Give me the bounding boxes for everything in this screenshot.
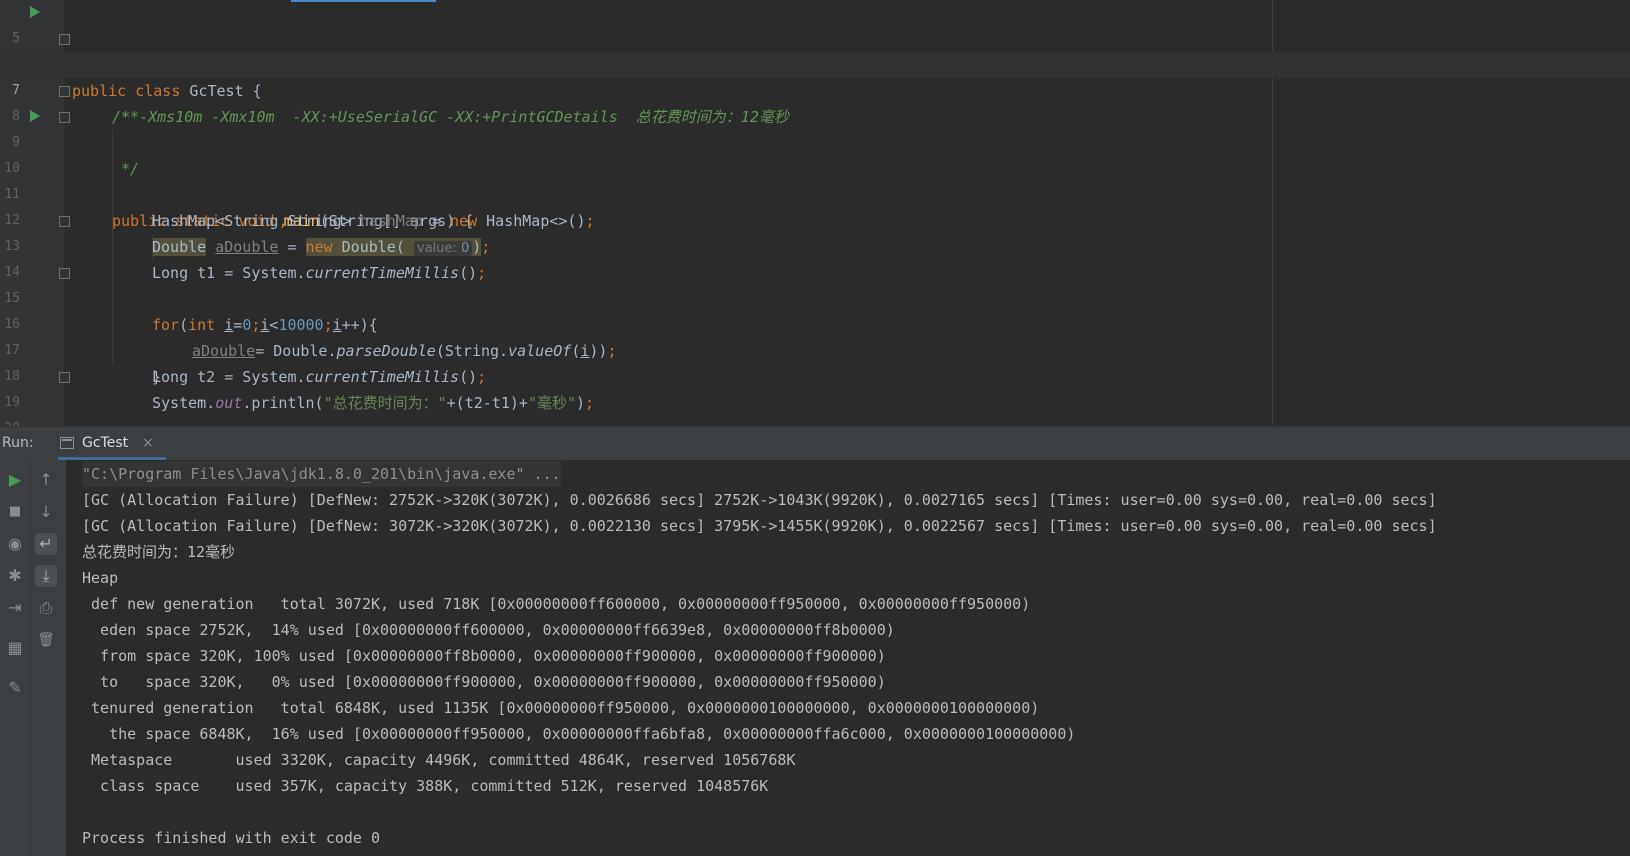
console-line: to space 320K, 0% used [0x00000000ff9000… xyxy=(82,673,886,691)
soft-wrap-icon[interactable]: ↵ xyxy=(35,533,57,555)
run-label: Run: xyxy=(2,435,34,451)
console-line: from space 320K, 100% used [0x00000000ff… xyxy=(82,647,886,665)
console-line: the space 6848K, 16% used [0x00000000ff9… xyxy=(82,725,1076,743)
debug-icon[interactable]: ✱ xyxy=(4,565,26,587)
console-line: 总花费时间为：12毫秒 xyxy=(82,543,236,561)
run-tab-label: GcTest xyxy=(82,435,129,451)
console-line: tenured generation total 6848K, used 113… xyxy=(82,699,1040,717)
code-line-10[interactable]: 10 HashMap<String,String> hashMap = new … xyxy=(0,130,1630,230)
code-line-15[interactable]: 15 } xyxy=(0,260,1630,386)
code-line-9[interactable]: 9 public static void main(String[] args)… xyxy=(0,104,1630,230)
run-tab-gctest[interactable]: GcTest × xyxy=(58,427,166,460)
code-editor[interactable]: 5 public class GcTest { 6 /** 7 * -Xms10… xyxy=(0,0,1630,464)
console-line: class space used 357K, capacity 388K, co… xyxy=(82,777,769,795)
code-line-16[interactable]: 16 Long t2 = System.currentTimeMillis(); xyxy=(0,286,1630,386)
fold-icon[interactable] xyxy=(59,372,70,383)
code-line-12[interactable]: 12 Long t1 = System.currentTimeMillis(); xyxy=(0,182,1630,282)
fold-icon[interactable] xyxy=(59,112,70,123)
indent-guide xyxy=(112,234,113,260)
layout-icon[interactable]: ▦ xyxy=(4,637,26,659)
console-line: Heap xyxy=(82,569,119,587)
code-line-5[interactable]: 5 public class GcTest { xyxy=(0,0,1630,100)
run-class-icon[interactable] xyxy=(30,6,40,18)
indent-guide xyxy=(112,156,113,182)
code-line-20[interactable]: 20 } xyxy=(0,390,1630,464)
console-exit-line: Process finished with exit code 0 xyxy=(82,829,381,847)
console-command-line[interactable]: "C:\Program Files\Java\jdk1.8.0_201\bin\… xyxy=(82,461,561,487)
console-line: Metaspace used 3320K, capacity 4496K, co… xyxy=(82,751,796,769)
indent-guide xyxy=(112,182,113,208)
fold-icon[interactable] xyxy=(59,268,70,279)
indent-guide xyxy=(112,338,113,364)
exit-icon[interactable]: ⇥ xyxy=(4,597,26,619)
stop-icon[interactable]: ■ xyxy=(4,501,26,523)
arrow-up-icon[interactable]: ↑ xyxy=(35,469,57,491)
run-toolbar-primary: ▶ ■ ◉ ✱ ⇥ ▦ ✎ xyxy=(0,460,30,856)
fold-icon[interactable] xyxy=(59,34,70,45)
code-line-14[interactable]: 14 aDouble= Double.parseDouble(String.va… xyxy=(0,234,1630,360)
indent-guide xyxy=(112,286,113,312)
fold-icon[interactable] xyxy=(59,86,70,97)
run-toolbar-secondary: ↑ ↓ ↵ ⤓ ⎙ 🗑 xyxy=(30,460,67,856)
code-line-11[interactable]: 11 Double aDouble = new Double( value: 0… xyxy=(0,156,1630,256)
run-tool-window-header: Run: GcTest × xyxy=(0,426,1630,461)
code-line-18[interactable]: 18 xyxy=(0,338,1630,384)
code-line-7[interactable]: 7 * -Xms10m -Xmx10m -XX:+UseSerialGC -XX… xyxy=(0,52,1630,126)
pin-icon[interactable]: ✎ xyxy=(4,677,26,699)
close-icon[interactable]: × xyxy=(142,435,154,451)
code-line-8[interactable]: 8 */ xyxy=(0,78,1630,178)
code-line-6[interactable]: 6 /** xyxy=(0,26,1630,126)
ide-window: 5 public class GcTest { 6 /** 7 * -Xms10… xyxy=(0,0,1630,856)
camera-icon[interactable]: ◉ xyxy=(4,533,26,555)
console-output[interactable]: "C:\Program Files\Java\jdk1.8.0_201\bin\… xyxy=(66,460,1630,856)
code-line-17[interactable]: 17 System.out.println("总花费时间为："+(t2-t1)+… xyxy=(0,312,1630,412)
fold-icon[interactable] xyxy=(59,216,70,227)
console-line: def new generation total 3072K, used 718… xyxy=(82,595,1031,613)
indent-guide xyxy=(112,208,113,234)
code-line-19[interactable]: 19 } xyxy=(0,364,1630,464)
console-icon xyxy=(60,437,74,449)
arrow-down-icon[interactable]: ↓ xyxy=(35,501,57,523)
indent-guide xyxy=(112,130,113,156)
console-line: [GC (Allocation Failure) [DefNew: 2752K-… xyxy=(82,491,1437,509)
rerun-icon[interactable]: ▶ xyxy=(4,469,26,491)
print-icon[interactable]: ⎙ xyxy=(35,597,57,619)
indent-guide xyxy=(112,260,113,286)
code-line-13[interactable]: 13 for(int i=0;i<10000;i++){ xyxy=(0,208,1630,334)
indent-guide xyxy=(112,312,113,338)
console-line: [GC (Allocation Failure) [DefNew: 3072K-… xyxy=(82,517,1437,535)
run-main-icon[interactable] xyxy=(30,110,40,122)
console-line: eden space 2752K, 14% used [0x00000000ff… xyxy=(82,621,895,639)
scroll-to-end-icon[interactable]: ⤓ xyxy=(35,565,57,587)
indent-guide xyxy=(152,234,153,260)
trash-icon[interactable]: 🗑 xyxy=(35,629,57,651)
